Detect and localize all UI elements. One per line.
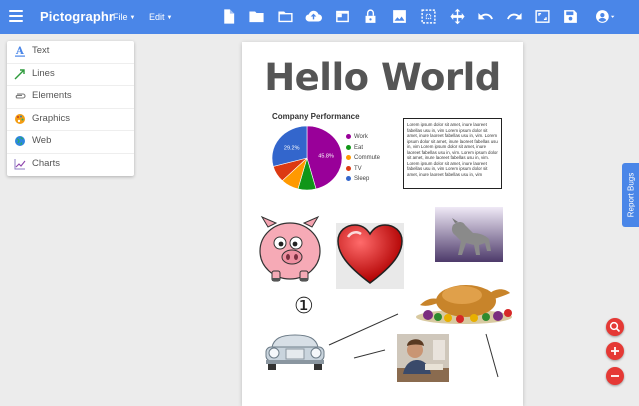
window-icon[interactable] <box>334 8 351 25</box>
minus-icon[interactable] <box>606 367 624 385</box>
legend-swatch <box>346 144 351 150</box>
legend-swatch <box>346 176 351 181</box>
plus-icon[interactable] <box>606 342 624 360</box>
app-title: Pictographr <box>40 9 115 24</box>
text-icon: A <box>14 45 26 57</box>
lock-icon[interactable] <box>362 8 379 25</box>
sidebar-item-graphics[interactable]: Graphics <box>7 109 134 131</box>
sidebar-item-elements[interactable]: Elements <box>7 86 134 109</box>
heading-text[interactable]: Hello World <box>242 56 523 99</box>
folder-open-icon[interactable] <box>277 8 294 25</box>
person-photo[interactable] <box>397 334 449 382</box>
cloud-upload-icon[interactable] <box>305 8 322 25</box>
app-bar: Pictographr File ▼ Edit ▼ <box>0 0 639 34</box>
fit-screen-icon[interactable] <box>534 8 551 25</box>
chart-legend: Work Eat Commute TV Sleep <box>346 134 380 187</box>
dog-photo[interactable] <box>435 207 503 262</box>
pie-data-label: 45.8% <box>318 154 334 160</box>
globe-icon <box>14 135 26 147</box>
paperclip-icon <box>14 90 26 102</box>
sidebar-panel: A Text Lines Elements Graphics Web Chart… <box>7 41 134 176</box>
line-icon <box>14 68 26 80</box>
file-menu[interactable]: File ▼ <box>113 12 135 22</box>
move-icon[interactable] <box>449 8 466 25</box>
turkey-clipart[interactable] <box>414 277 516 325</box>
legend-label: TV <box>354 165 362 172</box>
redo-icon[interactable] <box>506 8 523 25</box>
chart-title: Company Performance <box>272 112 360 121</box>
report-bugs-button[interactable]: Report Bugs <box>622 163 639 227</box>
legend-item: TV <box>346 165 380 177</box>
heart-clipart[interactable] <box>336 223 404 289</box>
legend-label: Sleep <box>354 176 370 182</box>
canvas-page[interactable]: Hello World Company Performance 45.8% 29.… <box>242 42 523 406</box>
legend-label: Work <box>354 134 368 140</box>
lorem-text-box[interactable]: Lorem ipsum dolor sit amet, inure laoree… <box>403 118 502 189</box>
number-badge[interactable]: ① <box>294 295 314 319</box>
palette-icon <box>14 113 26 125</box>
legend-label: Eat <box>354 144 364 151</box>
legend-item: Sleep <box>346 176 380 187</box>
sidebar-item-charts[interactable]: Charts <box>7 154 134 177</box>
car-clipart[interactable] <box>262 331 328 373</box>
sidebar-item-lines[interactable]: Lines <box>7 64 134 86</box>
folder-icon[interactable] <box>248 8 265 25</box>
pie-data-label: 29.2% <box>284 145 300 151</box>
legend-item: Work <box>346 134 380 145</box>
chart-icon <box>14 158 26 170</box>
pie-chart[interactable]: 45.8% 29.2% <box>271 125 343 191</box>
legend-swatch <box>346 155 351 160</box>
legend-item: Eat <box>346 144 380 156</box>
legend-item: Commute <box>346 155 380 166</box>
legend-swatch <box>346 165 351 171</box>
legend-swatch <box>346 134 351 139</box>
account-icon[interactable] <box>592 8 617 25</box>
edit-menu[interactable]: Edit ▼ <box>149 12 172 22</box>
sidebar-item-text[interactable]: A Text <box>7 41 134 64</box>
sidebar-item-web[interactable]: Web <box>7 131 134 154</box>
legend-label: Commute <box>354 155 381 161</box>
image-icon[interactable] <box>391 8 408 25</box>
zoom-icon[interactable] <box>606 318 624 336</box>
hamburger-menu-icon[interactable] <box>9 10 23 22</box>
select-area-icon[interactable] <box>420 8 437 25</box>
pig-clipart[interactable] <box>258 215 322 283</box>
new-document-icon[interactable] <box>220 8 237 25</box>
svg-text:A: A <box>15 46 24 57</box>
undo-icon[interactable] <box>477 8 494 25</box>
save-icon[interactable] <box>562 8 579 25</box>
